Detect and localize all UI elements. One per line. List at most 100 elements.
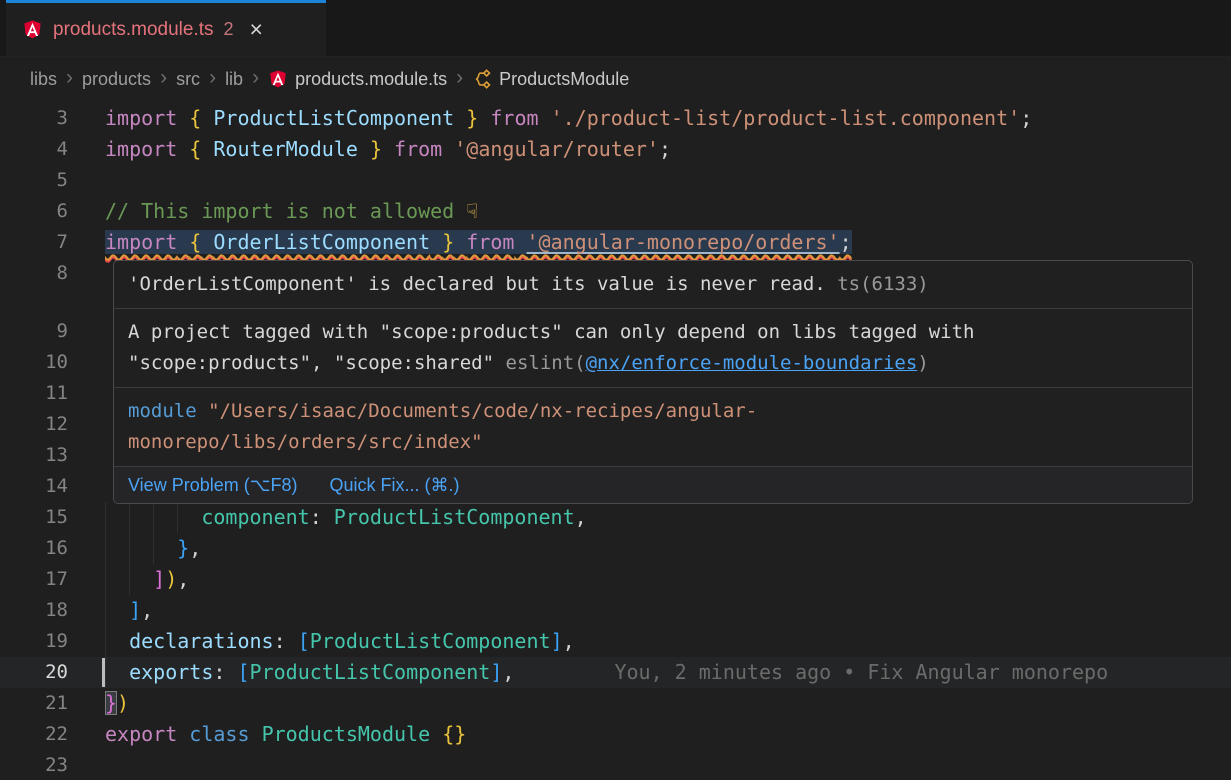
breadcrumb-item-lib[interactable]: lib — [225, 69, 243, 90]
code-line-15[interactable]: 15 component: ProductListComponent, — [0, 502, 1231, 533]
code-token: ; — [840, 230, 852, 254]
code-token: from — [490, 106, 538, 130]
line-number: 13 — [0, 440, 68, 471]
code-token: : — [274, 629, 286, 653]
code-line-content: component: ProductListComponent, — [105, 502, 1231, 533]
error-squiggle-overlay: import { OrderListComponent } from '@ang… — [105, 230, 852, 254]
breadcrumb-item-libs[interactable]: libs — [30, 69, 57, 90]
close-icon[interactable]: × — [250, 18, 263, 41]
code-token — [201, 106, 213, 130]
line-number: 22 — [0, 719, 68, 750]
eslint-rule-link[interactable]: @nx/enforce-module-boundaries — [586, 352, 918, 374]
code-line-content: declarations: [ProductListComponent], — [105, 626, 1231, 657]
chevron-right-icon: › — [243, 66, 268, 92]
code-token: { — [189, 137, 201, 161]
code-token: // This import is not allowed — [105, 199, 466, 223]
hover-text: monorepo/libs/orders/src/index" — [128, 431, 483, 453]
code-token: } — [466, 106, 478, 130]
code-token: class — [189, 722, 249, 746]
indent-guide — [105, 595, 106, 626]
code-line-6[interactable]: 6// This import is not allowed ☟ — [0, 196, 1231, 227]
line-number: 11 — [0, 378, 68, 409]
breadcrumb-item-src[interactable]: src — [176, 69, 200, 90]
line-number: 18 — [0, 595, 68, 626]
code-text: // This import is not allowed ☟ — [105, 199, 478, 223]
breadcrumb-item-file[interactable]: products.module.ts — [268, 69, 447, 90]
tab-products-module[interactable]: products.module.ts 2 × — [6, 0, 326, 56]
code-token: OrderListComponent — [213, 230, 430, 254]
indent-guide — [153, 533, 154, 564]
code-token: exports — [129, 660, 213, 684]
line-number: 12 — [0, 409, 68, 440]
tab-label: products.module.ts — [53, 19, 214, 41]
code-line-17[interactable]: 17 ]), — [0, 564, 1231, 595]
vscode-editor-window: products.module.ts 2 × libs › products › src… — [0, 0, 1231, 780]
code-token: import — [105, 106, 177, 130]
code-token: ProductListComponent — [213, 106, 454, 130]
breadcrumb-item-products[interactable]: products — [82, 69, 151, 90]
code-token — [105, 629, 129, 653]
code-line-4[interactable]: 4import { RouterModule } from '@angular/… — [0, 134, 1231, 165]
line-number: 8 — [0, 258, 68, 289]
chevron-right-icon: › — [447, 66, 472, 92]
code-text: import { RouterModule } from '@angular/r… — [105, 137, 671, 161]
code-line-19[interactable]: 19 declarations: [ProductListComponent], — [0, 626, 1231, 657]
code-line-content — [105, 750, 1231, 780]
code-token: ] — [129, 598, 141, 622]
code-line-content: // This import is not allowed ☟ — [105, 196, 1231, 227]
view-problem-action[interactable]: View Problem (⌥F8) — [128, 475, 297, 496]
code-line-content: exports: [ProductListComponent],You, 2 m… — [105, 657, 1231, 688]
code-token: , — [502, 660, 514, 684]
code-token: component — [201, 505, 309, 529]
indent-guide — [105, 533, 106, 564]
code-token: import — [105, 137, 177, 161]
hover-text: ) — [917, 352, 928, 374]
hover-text — [197, 400, 208, 422]
code-token: [ — [237, 660, 249, 684]
code-token — [478, 106, 490, 130]
code-token: ProductListComponent — [334, 505, 575, 529]
quick-fix-action[interactable]: Quick Fix... (⌘.) — [329, 475, 459, 496]
code-text: declarations: [ProductListComponent], — [105, 629, 575, 653]
code-token: ; — [659, 137, 671, 161]
code-token: ; — [1020, 106, 1032, 130]
code-token — [250, 722, 262, 746]
line-number: 3 — [0, 103, 68, 134]
code-token — [286, 629, 298, 653]
code-line-7[interactable]: 7import { OrderListComponent } from '@an… — [0, 227, 1231, 258]
code-token — [322, 505, 334, 529]
hover-section-module-path: module "/Users/isaac/Documents/code/nx-r… — [114, 387, 1192, 466]
code-token — [201, 137, 213, 161]
tab-bar: products.module.ts 2 × — [0, 0, 1231, 57]
line-number: 23 — [0, 750, 68, 780]
line-number: 15 — [0, 502, 68, 533]
line-number: 21 — [0, 688, 68, 719]
code-token — [177, 722, 189, 746]
breadcrumb-item-symbol[interactable]: ProductsModule — [472, 69, 629, 90]
code-token: from — [394, 137, 442, 161]
code-token: ProductListComponent — [310, 629, 551, 653]
hover-text: "/Users/isaac/Documents/code/nx-recipes/… — [208, 400, 757, 422]
code-token — [177, 137, 189, 161]
code-token: , — [575, 505, 587, 529]
hover-text: module — [128, 400, 197, 422]
code-token: from — [466, 230, 514, 254]
code-line-16[interactable]: 16 }, — [0, 533, 1231, 564]
code-line-22[interactable]: 22export class ProductsModule {} — [0, 719, 1231, 750]
indent-guide — [129, 533, 130, 564]
line-number: 20 — [0, 657, 68, 688]
code-token — [201, 230, 213, 254]
code-line-18[interactable]: 18 ], — [0, 595, 1231, 626]
code-line-21[interactable]: 21}) — [0, 688, 1231, 719]
code-line-5[interactable]: 5 — [0, 165, 1231, 196]
indent-guide — [105, 502, 106, 533]
code-line-23[interactable]: 23 — [0, 750, 1231, 780]
text-cursor — [102, 658, 105, 687]
code-line-3[interactable]: 3import { ProductListComponent } from '.… — [0, 103, 1231, 134]
code-token: , — [177, 567, 189, 591]
angular-icon — [22, 19, 43, 40]
code-line-20[interactable]: 20 exports: [ProductListComponent],You, … — [0, 657, 1231, 688]
hover-popup: 'OrderListComponent' is declared but its… — [113, 260, 1193, 504]
indent-guide — [105, 564, 106, 595]
code-token — [105, 598, 129, 622]
